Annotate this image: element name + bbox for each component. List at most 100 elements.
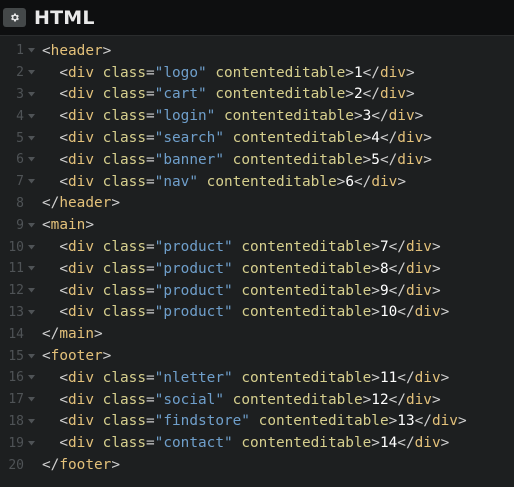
- attribute-name: class: [102, 130, 146, 147]
- fold-arrow-icon[interactable]: [24, 309, 38, 315]
- code-line[interactable]: 19 <div class="contact" contenteditable>…: [0, 432, 514, 454]
- code-line[interactable]: 12 <div class="product" contenteditable>…: [0, 280, 514, 302]
- element-text: 1: [353, 64, 363, 81]
- tag-name: div: [68, 173, 94, 190]
- code-line[interactable]: 6 <div class="banner" contenteditable>5<…: [0, 149, 514, 171]
- line-gutter: 8: [0, 196, 42, 211]
- tag-bracket: <: [59, 130, 68, 147]
- tag-bracket: </: [42, 326, 60, 343]
- attribute-value: "findstore": [154, 413, 250, 430]
- tag-bracket: </: [42, 457, 60, 474]
- element-text: 12: [371, 391, 389, 408]
- code-line[interactable]: 15 <footer>: [0, 345, 514, 367]
- fold-arrow-icon[interactable]: [24, 353, 38, 359]
- tag-bracket: </: [388, 239, 406, 256]
- tag-bracket: >: [353, 108, 363, 125]
- tag-name: div: [68, 239, 94, 256]
- equals: =: [146, 239, 155, 256]
- fold-arrow-icon[interactable]: [24, 157, 38, 162]
- attribute-name: contenteditable: [258, 413, 389, 430]
- fold-arrow-icon[interactable]: [24, 418, 38, 424]
- code-line[interactable]: 3 <div class="cart" contenteditable>2</d…: [0, 84, 514, 106]
- equals: =: [146, 260, 155, 277]
- equals: =: [146, 282, 155, 299]
- code-line[interactable]: 8 </header>: [0, 193, 514, 215]
- tag-bracket: <: [59, 304, 68, 321]
- tag-bracket: </: [379, 130, 398, 147]
- element-text: 3: [362, 108, 372, 125]
- code-line[interactable]: 7 <div class="nav" contenteditable>6</di…: [0, 171, 514, 193]
- fold-arrow-icon[interactable]: [24, 48, 38, 53]
- code-line[interactable]: 11 <div class="product" contenteditable>…: [0, 258, 514, 280]
- attribute-value: "login": [154, 108, 216, 125]
- tag-bracket: >: [371, 435, 380, 452]
- code-content: <div class="search" contenteditable>4</d…: [42, 130, 432, 146]
- tag-bracket: >: [102, 42, 112, 59]
- code-line[interactable]: 17 <div class="social" contenteditable>1…: [0, 389, 514, 411]
- tag-bracket: >: [440, 435, 450, 452]
- code-line[interactable]: 10 <div class="product" contenteditable>…: [0, 236, 514, 258]
- code-line[interactable]: 18 <div class="findstore" contenteditabl…: [0, 411, 514, 433]
- line-gutter: 11: [0, 261, 42, 276]
- code-line[interactable]: 14 </main>: [0, 323, 514, 345]
- code-editor[interactable]: 1 <header> 2 <div class="logo" contentedit…: [0, 37, 514, 487]
- fold-arrow-icon[interactable]: [24, 179, 38, 184]
- code-content: <div class="product" contenteditable>9</…: [42, 282, 440, 299]
- fold-arrow-icon[interactable]: [24, 440, 38, 446]
- code-line[interactable]: 16 <div class="nletter" contenteditable>…: [0, 367, 514, 389]
- attribute-name: class: [102, 173, 146, 190]
- line-gutter: 5: [0, 131, 42, 146]
- line-gutter: 4: [0, 109, 42, 124]
- fold-arrow-icon[interactable]: [24, 70, 38, 75]
- tag-bracket: <: [59, 64, 68, 81]
- tag-name: div: [68, 282, 94, 299]
- tag-bracket: >: [431, 239, 441, 256]
- tag-bracket: >: [362, 391, 372, 408]
- fold-arrow-icon[interactable]: [24, 91, 38, 97]
- fold-arrow-icon[interactable]: [24, 375, 38, 380]
- fold-arrow-icon[interactable]: [24, 113, 38, 119]
- line-gutter: 10: [0, 240, 42, 255]
- code-line[interactable]: 4 <div class="login" contenteditable>3</…: [0, 105, 514, 127]
- settings-button[interactable]: [3, 8, 26, 27]
- code-content: <header>: [42, 43, 111, 59]
- fold-arrow-icon[interactable]: [24, 266, 38, 271]
- tag-name: div: [388, 108, 415, 125]
- tag-name: footer: [50, 348, 103, 365]
- attribute-value: "product": [154, 260, 233, 277]
- tag-name: div: [68, 108, 94, 125]
- equals: =: [146, 130, 155, 147]
- equals: =: [146, 64, 155, 81]
- code-line[interactable]: 5 <div class="search" contenteditable>4<…: [0, 127, 514, 149]
- line-gutter: 12: [0, 283, 42, 298]
- tag-name: div: [397, 151, 424, 168]
- code-line[interactable]: 13 <div class="product" contenteditable>…: [0, 302, 514, 324]
- attribute-name: contenteditable: [232, 130, 363, 147]
- tag-name: main: [50, 217, 86, 234]
- line-gutter: 20: [0, 458, 42, 473]
- tag-bracket: >: [102, 348, 112, 365]
- fold-arrow-icon[interactable]: [24, 244, 38, 250]
- fold-arrow-icon[interactable]: [24, 288, 38, 293]
- code-content: <div class="login" contenteditable>3</di…: [42, 108, 423, 124]
- tag-name: div: [68, 413, 94, 430]
- fold-arrow-icon[interactable]: [24, 397, 38, 402]
- tag-bracket: >: [371, 304, 380, 321]
- tag-name: div: [68, 64, 94, 81]
- fold-arrow-icon[interactable]: [24, 135, 38, 141]
- code-line[interactable]: 2 <div class="logo" contenteditable>1</d…: [0, 62, 514, 84]
- code-line[interactable]: 1 <header>: [0, 40, 514, 62]
- fold-arrow-icon[interactable]: [24, 222, 38, 228]
- code-line[interactable]: 9 <main>: [0, 214, 514, 236]
- tag-bracket: >: [440, 304, 450, 321]
- code-line[interactable]: 20 </footer>: [0, 454, 514, 476]
- attribute-name: contenteditable: [206, 173, 337, 190]
- line-gutter: 9: [0, 218, 42, 233]
- code-content: </header>: [42, 195, 120, 211]
- tag-bracket: </: [397, 369, 415, 386]
- attribute-name: class: [102, 64, 146, 81]
- attribute-name: contenteditable: [241, 260, 372, 277]
